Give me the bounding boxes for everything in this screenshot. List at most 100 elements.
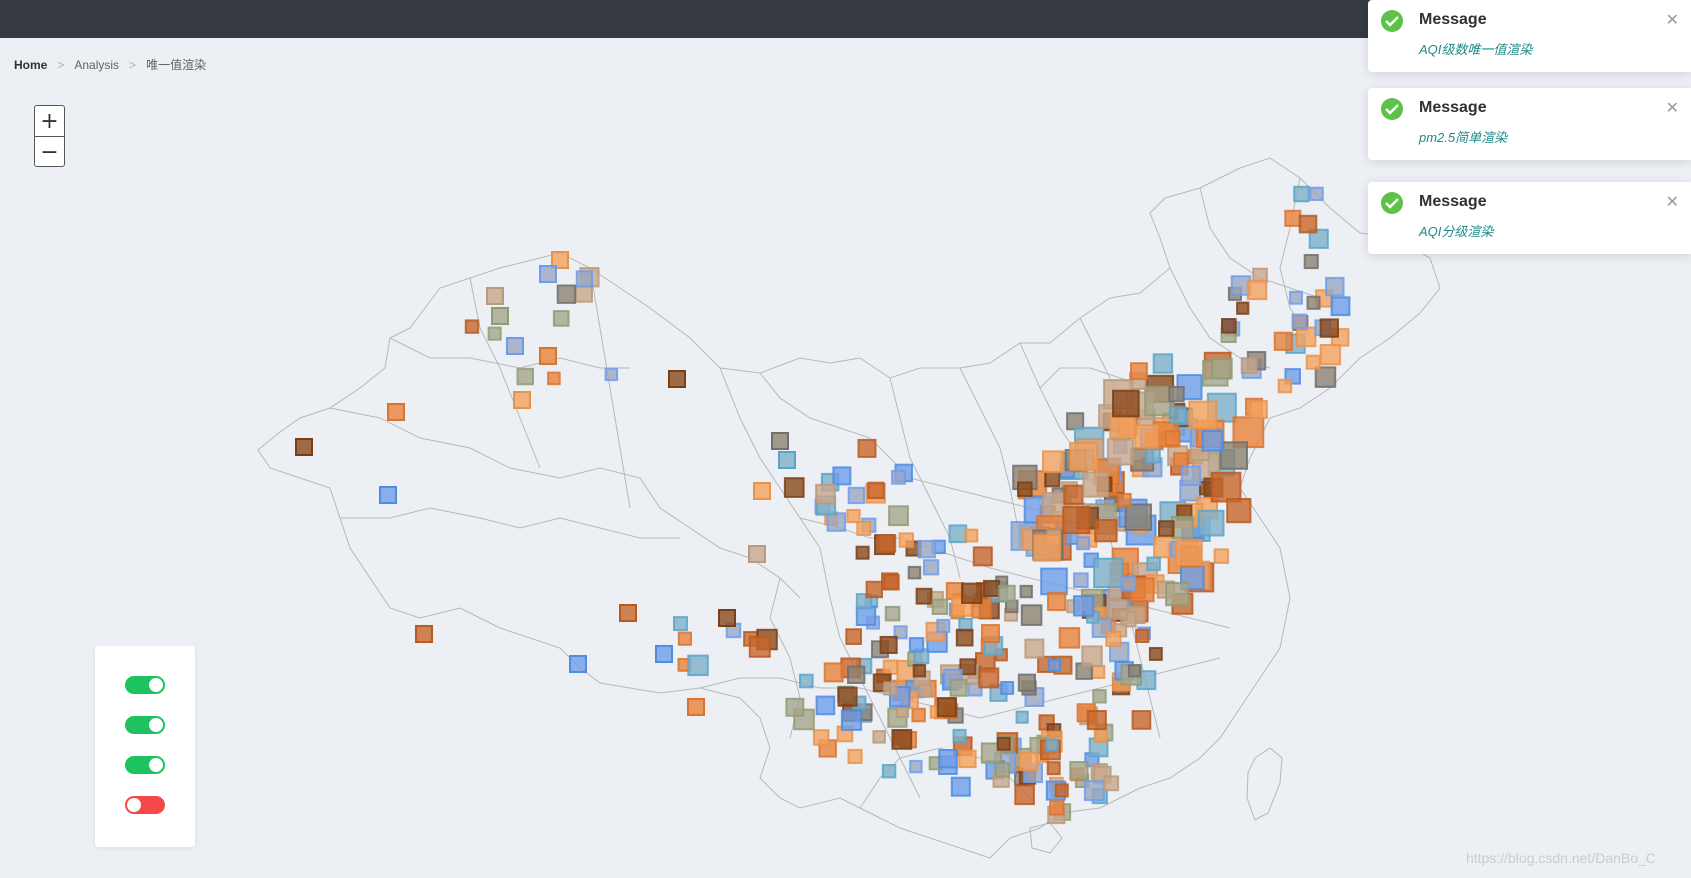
station-marker[interactable] bbox=[1033, 533, 1061, 562]
station-marker[interactable] bbox=[486, 287, 504, 305]
station-marker[interactable] bbox=[1112, 389, 1140, 418]
station-marker[interactable] bbox=[856, 521, 872, 536]
station-marker[interactable] bbox=[1063, 484, 1084, 505]
station-marker[interactable] bbox=[891, 729, 913, 750]
close-icon[interactable]: ✕ bbox=[1666, 192, 1679, 211]
station-marker[interactable] bbox=[1135, 628, 1150, 644]
station-marker[interactable] bbox=[1069, 761, 1089, 781]
station-marker[interactable] bbox=[1170, 516, 1194, 539]
station-marker[interactable] bbox=[677, 631, 692, 646]
station-marker[interactable] bbox=[982, 579, 1001, 598]
station-marker[interactable] bbox=[1046, 761, 1061, 776]
station-marker[interactable] bbox=[1319, 344, 1342, 366]
station-marker[interactable] bbox=[1083, 780, 1105, 802]
station-marker[interactable] bbox=[884, 605, 901, 622]
station-marker[interactable] bbox=[994, 762, 1011, 778]
station-marker[interactable] bbox=[1019, 584, 1033, 599]
station-marker[interactable] bbox=[1049, 800, 1065, 816]
station-marker[interactable] bbox=[881, 764, 897, 779]
station-marker[interactable] bbox=[1076, 536, 1091, 551]
station-marker[interactable] bbox=[673, 616, 688, 632]
station-marker[interactable] bbox=[936, 618, 951, 633]
station-marker[interactable] bbox=[748, 635, 771, 658]
station-marker[interactable] bbox=[1303, 254, 1319, 270]
station-marker[interactable] bbox=[1020, 604, 1043, 626]
station-marker[interactable] bbox=[1221, 318, 1237, 334]
station-marker[interactable] bbox=[952, 728, 967, 744]
station-marker[interactable] bbox=[837, 686, 858, 707]
station-marker[interactable] bbox=[1158, 520, 1175, 537]
station-marker[interactable] bbox=[1124, 503, 1152, 531]
station-marker[interactable] bbox=[877, 534, 897, 553]
station-marker[interactable] bbox=[891, 469, 906, 485]
station-marker[interactable] bbox=[575, 270, 593, 288]
station-marker[interactable] bbox=[888, 505, 909, 527]
station-marker[interactable] bbox=[915, 587, 933, 605]
station-marker[interactable] bbox=[574, 284, 593, 303]
station-marker[interactable] bbox=[1094, 518, 1118, 543]
station-marker[interactable] bbox=[912, 664, 927, 678]
station-marker[interactable] bbox=[898, 532, 914, 548]
station-marker[interactable] bbox=[815, 483, 836, 505]
station-marker[interactable] bbox=[1325, 276, 1345, 297]
station-marker[interactable] bbox=[1044, 471, 1061, 488]
station-marker[interactable] bbox=[668, 370, 686, 388]
station-marker[interactable] bbox=[1014, 784, 1035, 806]
station-marker[interactable] bbox=[1305, 354, 1321, 370]
station-marker[interactable] bbox=[1298, 214, 1318, 234]
station-marker[interactable] bbox=[826, 512, 847, 532]
station-marker[interactable] bbox=[978, 667, 1000, 689]
station-marker[interactable] bbox=[918, 683, 933, 698]
station-marker[interactable] bbox=[539, 347, 557, 365]
station-marker[interactable] bbox=[1042, 450, 1065, 474]
station-marker[interactable] bbox=[847, 748, 863, 765]
station-marker[interactable] bbox=[1219, 441, 1248, 470]
station-marker[interactable] bbox=[1180, 465, 1202, 486]
station-marker[interactable] bbox=[1210, 471, 1242, 503]
station-marker[interactable] bbox=[491, 307, 509, 325]
station-marker[interactable] bbox=[949, 678, 968, 697]
station-marker[interactable] bbox=[964, 528, 979, 543]
station-marker[interactable] bbox=[1017, 673, 1036, 692]
layer-toggle-pm25-simple[interactable] bbox=[125, 716, 165, 734]
station-marker[interactable] bbox=[1062, 506, 1091, 535]
station-marker[interactable] bbox=[1169, 406, 1187, 424]
station-marker[interactable] bbox=[1148, 647, 1163, 661]
station-marker[interactable] bbox=[1197, 509, 1225, 537]
station-marker[interactable] bbox=[1040, 567, 1068, 596]
station-marker[interactable] bbox=[958, 749, 977, 769]
station-marker[interactable] bbox=[1188, 400, 1218, 430]
station-marker[interactable] bbox=[799, 673, 814, 689]
station-marker[interactable] bbox=[872, 730, 886, 744]
station-marker[interactable] bbox=[1069, 441, 1099, 471]
station-marker[interactable] bbox=[687, 698, 705, 716]
station-marker[interactable] bbox=[1015, 710, 1029, 724]
close-icon[interactable]: ✕ bbox=[1666, 10, 1679, 29]
layer-toggle-fourth[interactable] bbox=[125, 796, 165, 814]
station-marker[interactable] bbox=[931, 598, 949, 615]
station-marker[interactable] bbox=[909, 759, 923, 774]
station-marker[interactable] bbox=[1246, 279, 1268, 301]
station-marker[interactable] bbox=[604, 367, 619, 382]
station-marker[interactable] bbox=[1093, 557, 1124, 589]
station-marker[interactable] bbox=[883, 681, 898, 696]
station-marker[interactable] bbox=[948, 524, 968, 544]
station-marker[interactable] bbox=[1105, 630, 1122, 647]
station-marker[interactable] bbox=[1213, 548, 1230, 564]
station-marker[interactable] bbox=[1211, 358, 1233, 380]
station-marker[interactable] bbox=[1314, 366, 1337, 388]
station-marker[interactable] bbox=[1047, 658, 1062, 672]
station-marker[interactable] bbox=[415, 625, 433, 643]
station-marker[interactable] bbox=[569, 655, 587, 673]
station-marker[interactable] bbox=[785, 697, 805, 717]
station-marker[interactable] bbox=[1330, 296, 1351, 317]
station-marker[interactable] bbox=[865, 580, 883, 599]
station-marker[interactable] bbox=[748, 545, 766, 563]
china-map[interactable] bbox=[0, 38, 1691, 878]
station-marker[interactable] bbox=[1103, 775, 1120, 792]
station-marker[interactable] bbox=[1058, 627, 1081, 649]
station-marker[interactable] bbox=[882, 659, 899, 675]
station-marker[interactable] bbox=[1127, 664, 1142, 678]
station-marker[interactable] bbox=[655, 645, 673, 663]
station-marker[interactable] bbox=[1091, 664, 1106, 680]
